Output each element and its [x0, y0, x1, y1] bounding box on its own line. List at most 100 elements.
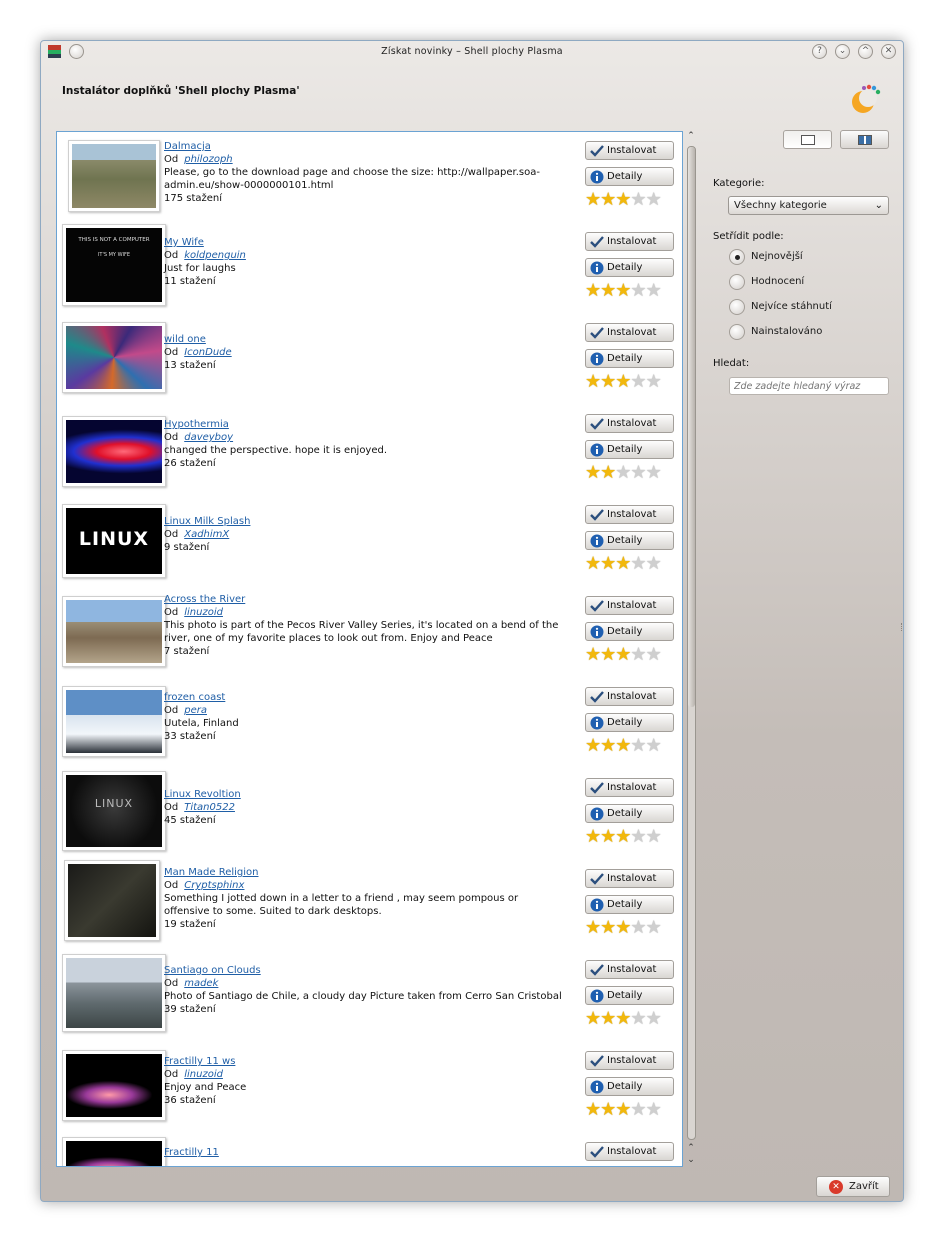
scroll-track[interactable] — [687, 146, 696, 1140]
install-button[interactable]: Instalovat — [585, 960, 674, 979]
install-button[interactable]: Instalovat — [585, 1051, 674, 1070]
details-button[interactable]: Detaily — [585, 1077, 674, 1096]
author-link[interactable]: linuzoid — [184, 607, 223, 618]
addon-name-link[interactable]: My Wife — [164, 237, 204, 248]
search-label: Hledat: — [713, 358, 750, 369]
category-select-value: Všechny kategorie — [734, 200, 827, 211]
star-filled-icon: ★ — [600, 280, 616, 301]
sort-option-label: Nainstalováno — [751, 326, 823, 337]
rating-stars: ★★★★★ — [585, 919, 662, 937]
download-count: 13 stažení — [164, 360, 216, 371]
search-input[interactable] — [729, 377, 889, 395]
preview-thumbnail[interactable] — [62, 322, 166, 393]
star-empty-icon: ★ — [630, 735, 646, 756]
radio-button[interactable] — [729, 299, 745, 315]
list-item[interactable]: Fractilly 11 Instalovat — [57, 132, 682, 1166]
install-button[interactable]: Instalovat — [585, 323, 674, 342]
addon-info: Santiago on Clouds Od madek Photo of Santia… — [164, 964, 564, 1016]
close-window-button[interactable]: ✕ — [881, 44, 896, 59]
maximize-button[interactable]: ^ — [858, 44, 873, 59]
star-filled-icon: ★ — [615, 553, 631, 574]
list-scrollbar[interactable]: ⌃ ⌃ ⌄ — [684, 131, 698, 1167]
resize-grip[interactable] — [901, 623, 904, 631]
details-button[interactable]: Detaily — [585, 349, 674, 368]
install-button[interactable]: Instalovat — [585, 687, 674, 706]
addon-name-link[interactable]: Linux Milk Splash — [164, 516, 250, 527]
author-link[interactable]: daveyboy — [184, 432, 233, 443]
details-button[interactable]: Detaily — [585, 440, 674, 459]
star-empty-icon: ★ — [630, 1008, 646, 1029]
install-button[interactable]: Instalovat — [585, 414, 674, 433]
author-prefix: Od — [164, 607, 179, 618]
icon-view-button[interactable] — [840, 130, 889, 149]
minimize-button[interactable]: ⌄ — [835, 44, 850, 59]
install-button[interactable]: Instalovat — [585, 505, 674, 524]
icon-view-icon — [858, 135, 872, 145]
addon-name-link[interactable]: Santiago on Clouds — [164, 965, 261, 976]
scroll-handle[interactable] — [688, 147, 695, 707]
preview-thumbnail[interactable] — [62, 686, 166, 757]
details-button[interactable]: Detaily — [585, 895, 674, 914]
addon-name-link[interactable]: Across the River — [164, 594, 245, 605]
star-empty-icon: ★ — [645, 553, 662, 574]
close-button[interactable]: ✕ Zavřít — [816, 1176, 890, 1197]
preview-thumbnail[interactable] — [62, 1137, 166, 1166]
install-button[interactable]: Instalovat — [585, 778, 674, 797]
radio-button[interactable] — [729, 324, 745, 340]
preview-thumbnail[interactable]: LINUX — [62, 771, 166, 851]
addon-info: wild one Od IconDude 13 stažení — [164, 333, 564, 372]
author-link[interactable]: IconDude — [184, 347, 231, 358]
scroll-down-icon[interactable]: ⌄ — [685, 1155, 697, 1165]
details-button[interactable]: Detaily — [585, 531, 674, 550]
scroll-up-icon-lower[interactable]: ⌃ — [685, 1143, 697, 1153]
addon-name-link[interactable]: Hypothermia — [164, 419, 229, 430]
author-link[interactable]: madek — [184, 978, 218, 989]
addon-name-link[interactable]: frozen coast — [164, 692, 225, 703]
thumbnail-image — [66, 958, 162, 1028]
title-bar: Získat novinky – Shell plochy Plasma ? ⌄… — [41, 41, 903, 63]
install-button[interactable]: Instalovat — [585, 232, 674, 251]
author-prefix: Od — [164, 250, 179, 261]
addon-name-link[interactable]: Linux Revoltion — [164, 789, 241, 800]
install-button[interactable]: Instalovat — [585, 596, 674, 615]
addon-name-link[interactable]: Fractilly 11 ws — [164, 1056, 235, 1067]
author-link[interactable]: koldpenguin — [184, 250, 246, 261]
preview-thumbnail[interactable]: THIS IS NOT A COMPUTER IT'S MY WIFE — [62, 224, 166, 306]
addon-name-link[interactable]: wild one — [164, 334, 206, 345]
install-button[interactable]: Instalovat — [585, 1142, 674, 1161]
addon-list[interactable]: Dalmacja Od philozoph Please, go to the dow… — [56, 131, 683, 1167]
author-link[interactable]: pera — [184, 705, 207, 716]
author-link[interactable]: Titan0522 — [184, 802, 235, 813]
preview-thumbnail[interactable]: LINUX — [62, 504, 166, 578]
details-button[interactable]: Detaily — [585, 622, 674, 641]
install-button-label: Instalovat — [607, 873, 657, 884]
help-button[interactable]: ? — [812, 44, 827, 59]
category-select[interactable]: Všechny kategorie ⌄ — [728, 196, 889, 215]
preview-thumbnail[interactable] — [62, 954, 166, 1032]
star-filled-icon: ★ — [615, 371, 631, 392]
star-empty-icon: ★ — [630, 644, 646, 665]
details-button[interactable]: Detaily — [585, 258, 674, 277]
install-button[interactable]: Instalovat — [585, 869, 674, 888]
preview-thumbnail[interactable] — [62, 596, 166, 667]
install-button-label: Instalovat — [607, 509, 657, 520]
sort-label: Setřídit podle: — [713, 231, 784, 242]
addon-name-link[interactable]: Man Made Religion — [164, 867, 259, 878]
star-filled-icon: ★ — [585, 371, 601, 392]
author-link[interactable]: XadhimX — [184, 529, 229, 540]
preview-thumbnail[interactable] — [64, 860, 160, 941]
star-empty-icon: ★ — [630, 1099, 646, 1120]
preview-thumbnail[interactable] — [62, 1050, 166, 1121]
addon-name-link[interactable]: Fractilly 11 — [164, 1147, 219, 1158]
sort-option-label: Hodnocení — [751, 276, 805, 287]
radio-button[interactable] — [729, 249, 745, 265]
list-view-button[interactable] — [783, 130, 832, 149]
radio-button[interactable] — [729, 274, 745, 290]
details-button[interactable]: Detaily — [585, 713, 674, 732]
scroll-up-icon[interactable]: ⌃ — [685, 131, 697, 141]
details-button[interactable]: Detaily — [585, 986, 674, 1005]
author-link[interactable]: Cryptsphinx — [184, 880, 244, 891]
details-button[interactable]: Detaily — [585, 804, 674, 823]
author-link[interactable]: linuzoid — [184, 1069, 223, 1080]
preview-thumbnail[interactable] — [62, 416, 166, 487]
